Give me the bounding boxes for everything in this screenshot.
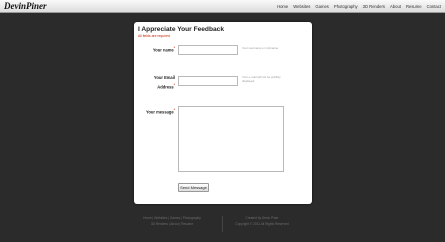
top-navbar: DevinPiner Home Websites Games Photograp… <box>0 0 445 13</box>
email-required-mark: * <box>173 82 175 87</box>
form-subtitle: All fields are required <box>138 34 170 38</box>
footer-credit-line2: Copyright © 2011 All Rights Reserved <box>235 222 289 226</box>
footer-divider <box>222 216 223 232</box>
email-label: Your Email Address* <box>154 75 175 90</box>
nav-about[interactable]: About <box>390 4 401 9</box>
message-label: Your message* <box>146 107 175 116</box>
nav-contact[interactable]: Contact <box>427 4 441 9</box>
email-input[interactable] <box>178 76 238 86</box>
name-label-text: Your name <box>152 47 174 53</box>
nav-3d-renders[interactable]: 3D Renders <box>363 4 385 9</box>
email-label-line1: Your Email <box>153 75 175 80</box>
email-hint: Your e-mail will not be publicly display… <box>242 75 281 83</box>
nav-home[interactable]: Home <box>277 4 288 9</box>
nav-photography[interactable]: Photography <box>334 4 358 9</box>
form-title: I Appreciate Your Feedback <box>138 26 224 33</box>
message-label-text: Your message <box>145 109 174 115</box>
nav-resume[interactable]: Resume <box>406 4 422 9</box>
nav-websites[interactable]: Websites <box>293 4 310 9</box>
name-input[interactable] <box>178 45 238 55</box>
name-label: Your name* <box>153 45 175 54</box>
site-logo[interactable]: DevinPiner <box>4 0 47 12</box>
name-required-mark: * <box>173 46 175 50</box>
main-nav: Home Websites Games Photography 3D Rende… <box>277 0 441 12</box>
email-label-line2: Address <box>157 83 174 89</box>
message-textarea[interactable] <box>178 106 284 172</box>
footer-credits: Created by Devin Piner Copyright © 2011 … <box>232 215 292 227</box>
footer-links-line2[interactable]: 3D Renders | About | Resume <box>140 221 204 227</box>
send-message-button[interactable]: Send Message <box>178 183 209 192</box>
nav-games[interactable]: Games <box>315 4 329 9</box>
footer-links: Home | Websites | Games | Photography 3D… <box>140 215 204 227</box>
message-required-mark: * <box>173 108 175 112</box>
name-hint: Your real name or nickname. <box>242 46 279 50</box>
